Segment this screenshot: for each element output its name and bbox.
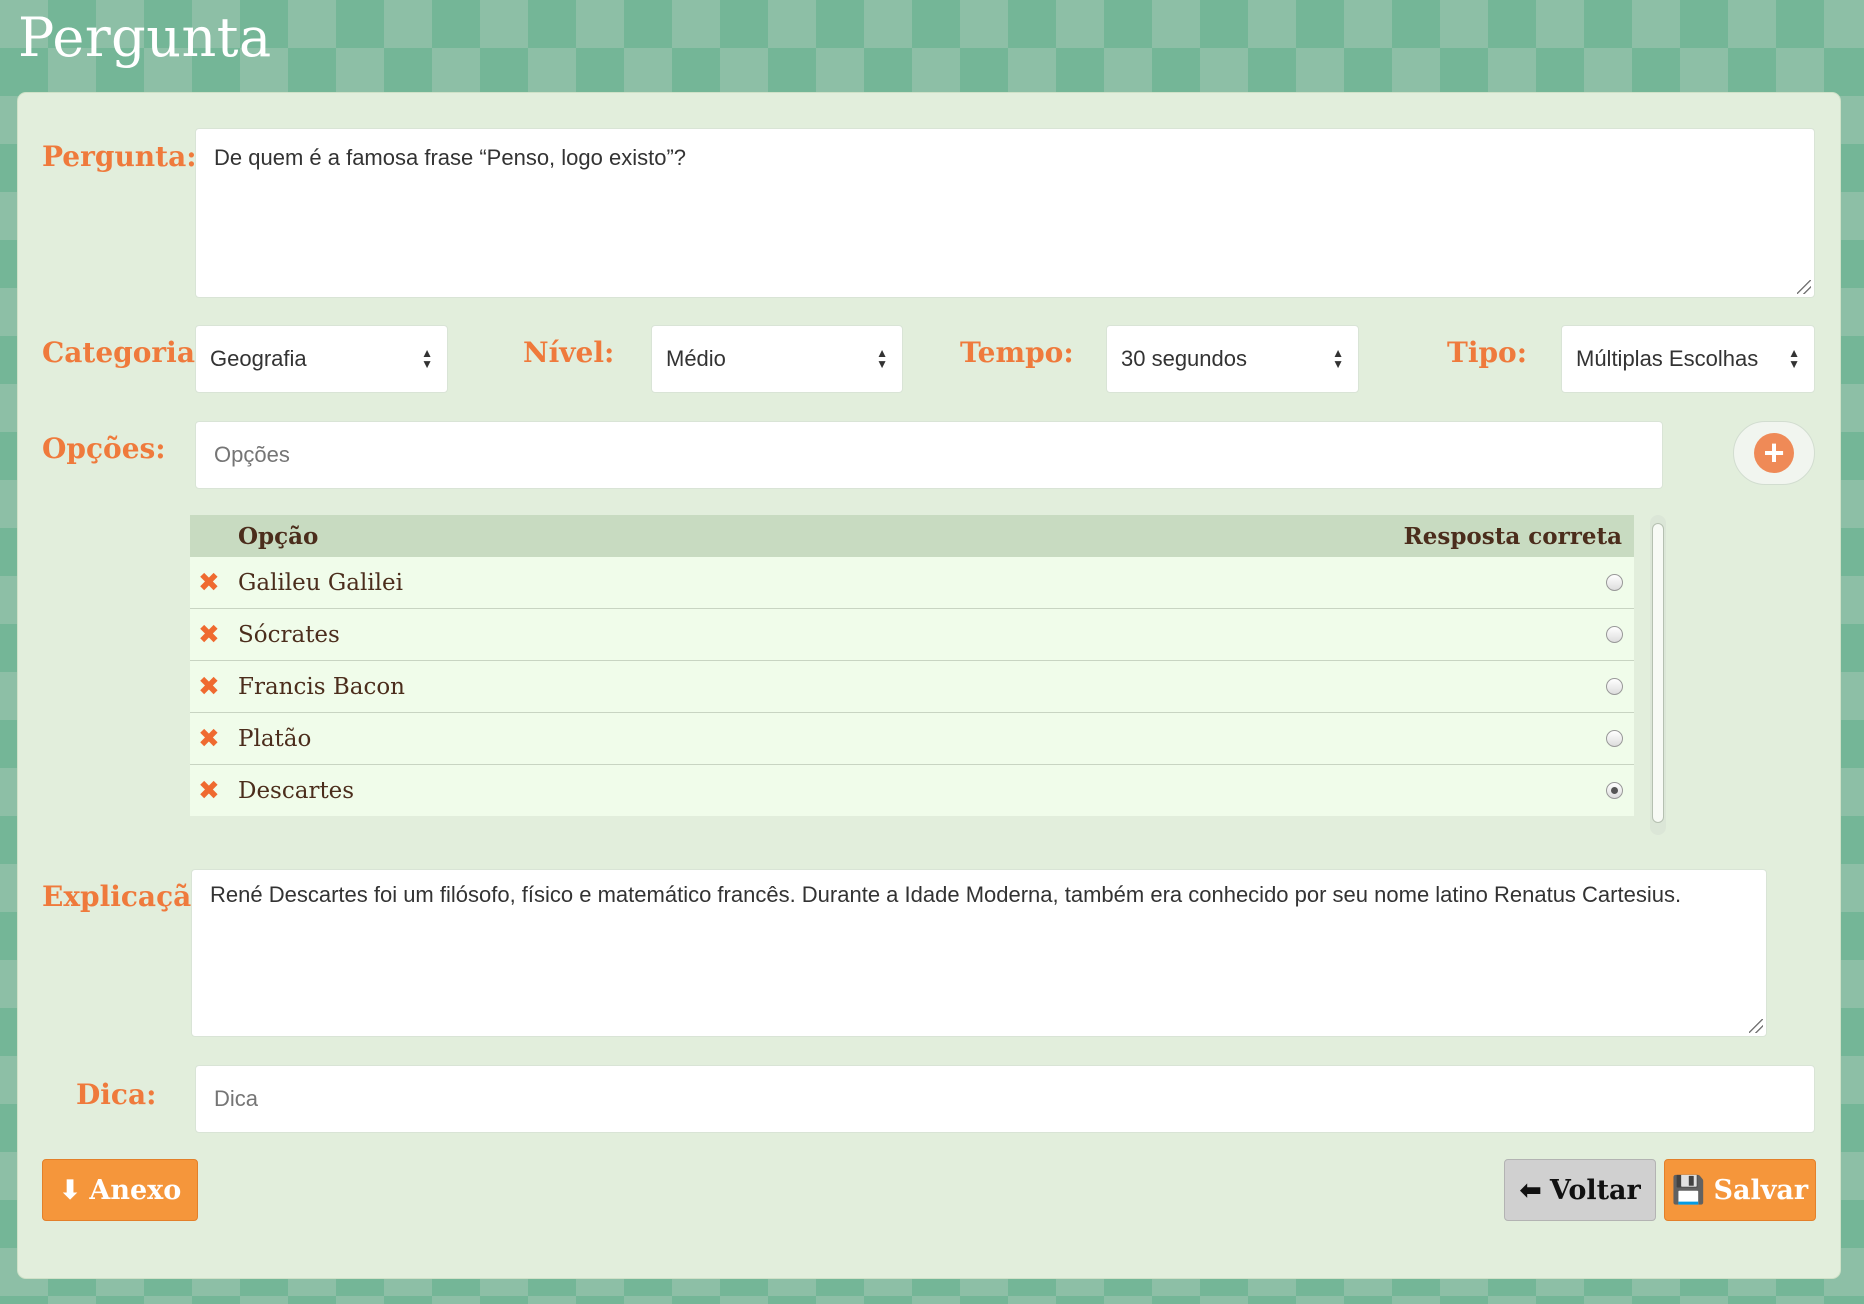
table-row: ✖ Galileu Galilei <box>190 557 1634 609</box>
resize-handle-icon[interactable] <box>1797 280 1811 294</box>
correct-answer-radio[interactable] <box>1606 574 1623 591</box>
page-title: Pergunta <box>18 6 272 69</box>
tipo-value: Múltiplas Escolhas <box>1576 346 1759 371</box>
anexo-button[interactable]: ⬇ Anexo <box>42 1159 198 1221</box>
categoria-label: Categoria: <box>42 336 206 369</box>
table-row: ✖ Platão <box>190 713 1634 765</box>
nivel-label: Nível: <box>523 336 615 369</box>
close-icon[interactable]: ✖ <box>198 620 238 650</box>
close-icon[interactable]: ✖ <box>198 776 238 806</box>
option-label: Descartes <box>238 777 355 804</box>
salvar-label: Salvar <box>1713 1174 1809 1206</box>
add-option-button[interactable]: + <box>1733 421 1815 485</box>
pergunta-textarea[interactable]: De quem é a famosa frase “Penso, logo ex… <box>195 128 1815 298</box>
pergunta-label: Pergunta: <box>42 140 197 173</box>
table-row: ✖ Descartes <box>190 765 1634 816</box>
tempo-select[interactable]: 30 segundos ▲ ▼ <box>1106 325 1359 393</box>
scrollbar-thumb[interactable] <box>1652 523 1664 823</box>
resize-handle-icon[interactable] <box>1749 1019 1763 1033</box>
dica-label: Dica: <box>76 1078 157 1111</box>
options-scrollbar[interactable] <box>1650 515 1666 835</box>
close-icon[interactable]: ✖ <box>198 672 238 702</box>
tipo-label: Tipo: <box>1447 336 1528 369</box>
correct-answer-radio[interactable] <box>1606 678 1623 695</box>
correct-answer-radio[interactable] <box>1606 730 1623 747</box>
select-arrows-icon: ▲ ▼ <box>421 346 433 371</box>
voltar-label: Voltar <box>1549 1174 1641 1206</box>
tempo-label: Tempo: <box>960 336 1074 369</box>
tempo-value: 30 segundos <box>1121 346 1247 371</box>
option-label: Galileu Galilei <box>238 569 404 596</box>
tipo-select[interactable]: Múltiplas Escolhas ▲ ▼ <box>1561 325 1815 393</box>
pergunta-text: De quem é a famosa frase “Penso, logo ex… <box>214 145 687 170</box>
explicacao-text: René Descartes foi um filósofo, físico e… <box>210 882 1682 907</box>
opcoes-input[interactable] <box>195 421 1663 489</box>
table-row: ✖ Francis Bacon <box>190 661 1634 713</box>
dica-input[interactable] <box>195 1065 1815 1133</box>
options-table: Opção Resposta correta ✖ Galileu Galilei… <box>190 515 1634 817</box>
floppy-disk-icon: 💾 <box>1671 1175 1706 1206</box>
download-icon: ⬇ <box>58 1174 82 1206</box>
explicacao-textarea[interactable]: René Descartes foi um filósofo, físico e… <box>191 869 1767 1037</box>
select-arrows-icon: ▲ ▼ <box>876 346 888 371</box>
categoria-value: Geografia <box>210 346 307 371</box>
correct-answer-radio[interactable] <box>1606 626 1623 643</box>
nivel-select[interactable]: Médio ▲ ▼ <box>651 325 903 393</box>
close-icon[interactable]: ✖ <box>198 568 238 598</box>
options-table-header: Opção Resposta correta <box>190 515 1634 557</box>
column-header-correct: Resposta correta <box>1403 522 1622 550</box>
option-label: Sócrates <box>238 621 340 648</box>
column-header-option: Opção <box>238 522 319 550</box>
anexo-label: Anexo <box>89 1174 182 1206</box>
close-icon[interactable]: ✖ <box>198 724 238 754</box>
select-arrows-icon: ▲ ▼ <box>1788 346 1800 371</box>
table-row: ✖ Sócrates <box>190 609 1634 661</box>
select-arrows-icon: ▲ ▼ <box>1332 346 1344 371</box>
categoria-select[interactable]: Geografia ▲ ▼ <box>195 325 448 393</box>
voltar-button[interactable]: ⬅ Voltar <box>1504 1159 1656 1221</box>
arrow-left-icon: ⬅ <box>1519 1174 1542 1206</box>
salvar-button[interactable]: 💾 Salvar <box>1664 1159 1816 1221</box>
plus-circle-icon: + <box>1754 433 1794 473</box>
option-label: Francis Bacon <box>238 673 405 700</box>
correct-answer-radio[interactable] <box>1606 782 1623 799</box>
nivel-value: Médio <box>666 346 726 371</box>
opcoes-label: Opções: <box>42 432 166 465</box>
option-label: Platão <box>238 725 312 752</box>
